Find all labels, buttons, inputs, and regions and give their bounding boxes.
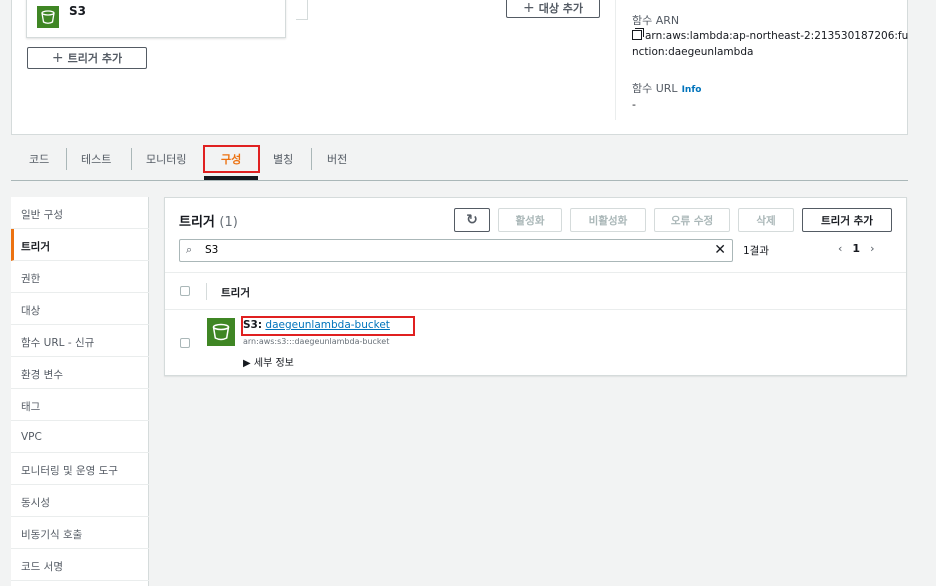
tab-separator [66, 148, 67, 170]
table-header: 트리거 [165, 272, 906, 310]
prev-page-icon[interactable]: ‹ [838, 242, 842, 255]
search-icon: ⌕ [186, 243, 193, 256]
fix-errors-button[interactable]: 오류 수정 [654, 208, 730, 232]
trigger-arn: arn:aws:s3:::daegeunlambda-bucket [243, 337, 390, 346]
trigger-node-label: S3 [69, 4, 86, 18]
panel-count: (1) [219, 215, 238, 230]
select-all-checkbox[interactable] [180, 286, 190, 296]
configuration-sidenav: 일반 구성 트리거 권한 대상 함수 URL - 신규 환경 변수 태그 VPC… [11, 197, 149, 586]
page-number[interactable]: 1 [852, 242, 860, 255]
tab-aliases[interactable]: 별칭 [273, 151, 293, 167]
nav-function-url[interactable]: 함수 URL - 신규 [11, 325, 149, 357]
tab-test[interactable]: 테스트 [81, 151, 111, 167]
add-trigger-button[interactable]: + 트리거 추가 [27, 47, 147, 69]
nav-monitoring-tools[interactable]: 모니터링 및 운영 도구 [11, 453, 149, 485]
function-arn-value: arn:aws:lambda:ap-northeast-2:2135301872… [632, 28, 912, 60]
refresh-button[interactable]: ↻ [454, 208, 490, 232]
copy-icon[interactable] [632, 28, 644, 40]
highlight-box [203, 145, 260, 173]
active-tab-indicator [204, 176, 258, 180]
nav-permissions[interactable]: 권한 [11, 261, 149, 293]
plus-icon: + [522, 0, 535, 16]
divider [615, 0, 616, 120]
nav-vpc[interactable]: VPC [11, 421, 149, 453]
info-link[interactable]: Info [682, 85, 702, 95]
function-node-edge [296, 0, 308, 20]
s3-bucket-icon [207, 318, 235, 349]
nav-environment-variables[interactable]: 환경 변수 [11, 357, 149, 389]
add-trigger-panel-button[interactable]: 트리거 추가 [802, 208, 892, 232]
highlight-box [241, 316, 415, 336]
function-url-value: - [632, 98, 636, 111]
add-trigger-label: 트리거 추가 [67, 52, 123, 65]
nav-tags[interactable]: 태그 [11, 389, 149, 421]
tab-versions[interactable]: 버전 [327, 151, 347, 167]
function-arn-text: arn:aws:lambda:ap-northeast-2:2135301872… [632, 30, 909, 58]
triggers-panel: 트리거 (1) ↻ 활성화 비활성화 오류 수정 삭제 트리거 추가 ⌕ ✕ 1… [164, 197, 907, 376]
nav-general-configuration[interactable]: 일반 구성 [11, 197, 149, 229]
tab-monitoring[interactable]: 모니터링 [146, 151, 186, 167]
details-label: 세부 정보 [253, 358, 294, 369]
nav-async-invocation[interactable]: 비동기식 호출 [11, 517, 149, 549]
tab-code[interactable]: 코드 [29, 151, 49, 167]
add-destination-label: 대상 추가 [538, 2, 584, 15]
column-separator [206, 283, 207, 300]
s3-bucket-icon [37, 6, 59, 31]
function-url-label: 함수 URL Info [632, 80, 701, 96]
trigger-node-s3[interactable]: S3 [26, 0, 286, 38]
disable-button[interactable]: 비활성화 [570, 208, 646, 232]
caret-right-icon: ▶ [243, 358, 251, 369]
refresh-icon: ↻ [466, 212, 478, 228]
search-field[interactable]: ⌕ ✕ [179, 239, 733, 262]
column-header-trigger: 트리거 [221, 287, 250, 299]
panel-title: 트리거 (1) [179, 211, 238, 230]
clear-icon[interactable]: ✕ [714, 242, 726, 258]
nav-concurrency[interactable]: 동시성 [11, 485, 149, 517]
search-input[interactable] [205, 244, 705, 256]
delete-button[interactable]: 삭제 [738, 208, 794, 232]
details-toggle[interactable]: ▶ 세부 정보 [243, 354, 294, 369]
tab-separator [311, 148, 312, 170]
panel-title-text: 트리거 [179, 215, 215, 230]
row-checkbox[interactable] [180, 338, 190, 348]
result-count: 1결과 [743, 245, 770, 257]
next-page-icon[interactable]: › [870, 242, 874, 255]
add-destination-button[interactable]: + 대상 추가 [506, 0, 600, 18]
enable-button[interactable]: 활성화 [498, 208, 562, 232]
plus-icon: + [51, 50, 64, 66]
function-arn-label: 함수 ARN [632, 14, 680, 27]
pagination: ‹ 1 › [838, 242, 874, 255]
nav-code-signing[interactable]: 코드 서명 [11, 549, 149, 581]
function-overview: S3 + 트리거 추가 + 대상 추가 함수 ARN arn:aws:lambd… [11, 0, 908, 135]
function-tabs: 코드 테스트 모니터링 구성 별칭 버전 [11, 140, 908, 181]
function-url-label-text: 함수 URL [632, 82, 678, 95]
nav-destinations[interactable]: 대상 [11, 293, 149, 325]
tab-separator [131, 148, 132, 170]
nav-triggers[interactable]: 트리거 [11, 229, 149, 261]
